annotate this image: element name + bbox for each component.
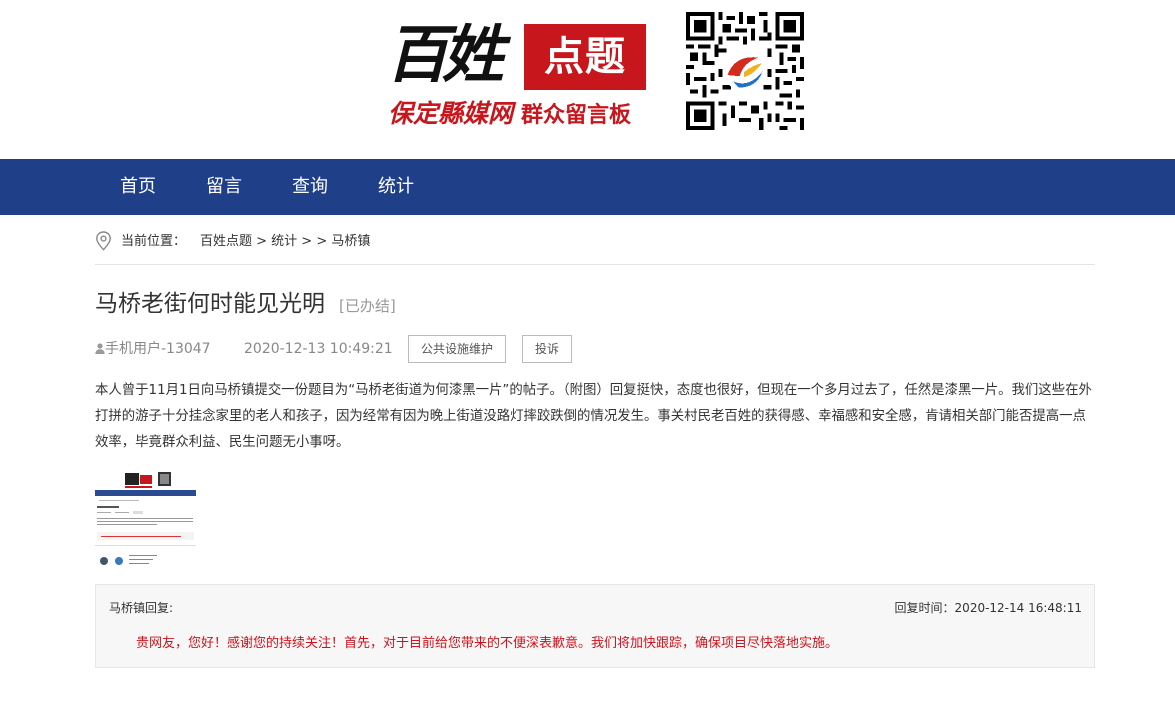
logo-subtitle-site: 保定縣媒网 bbox=[388, 99, 514, 128]
reply-time: 回复时间：2020-12-14 16:48:11 bbox=[894, 601, 1082, 615]
breadcrumb-path[interactable]: 百姓点题 > 统计 > > 马桥镇 bbox=[200, 234, 370, 249]
post-meta: 手机用户-13047 2020-12-13 10:49:21 公共设施维护 投诉 bbox=[95, 335, 1095, 363]
main-nav: 首页 留言 查询 统计 bbox=[0, 159, 1175, 215]
qr-code-icon bbox=[686, 12, 804, 130]
post-title: 马桥老街何时能见光明 bbox=[95, 291, 325, 317]
nav-item-home[interactable]: 首页 bbox=[120, 159, 156, 215]
nav-item-stats[interactable]: 统计 bbox=[378, 159, 414, 215]
category-tag-button[interactable]: 公共设施维护 bbox=[408, 335, 507, 363]
site-header: 百姓 点题 保定縣媒网 群众留言板 bbox=[0, 0, 1175, 159]
attachment-image-icon bbox=[95, 468, 196, 570]
breadcrumb-trail: 当前位置： 百姓点题 > 统计 > > 马桥镇 bbox=[121, 228, 370, 256]
post-time: 2020-12-13 10:49:21 bbox=[244, 341, 393, 357]
logo-badge: 点题 bbox=[524, 24, 646, 90]
complaint-tag-button[interactable]: 投诉 bbox=[522, 335, 573, 363]
logo-subtitle: 保定縣媒网 群众留言板 bbox=[388, 99, 631, 129]
logo-subtitle-board: 群众留言板 bbox=[521, 103, 632, 128]
post-header: 马桥老街何时能见光明 [已办结] bbox=[95, 286, 396, 322]
breadcrumb: 当前位置： 百姓点题 > 统计 > > 马桥镇 bbox=[95, 228, 1095, 265]
post-author-name: 手机用户-13047 bbox=[105, 341, 211, 357]
post-body: 本人曾于11月1日向马桥镇提交一份题目为“马桥老街道为何漆黑一片”的帖子。（附图… bbox=[95, 383, 1092, 450]
status-badge: [已办结] bbox=[339, 297, 396, 315]
post-author: 手机用户-13047 bbox=[95, 335, 211, 363]
nav-item-message[interactable]: 留言 bbox=[206, 159, 242, 215]
breadcrumb-label: 当前位置： bbox=[121, 234, 187, 249]
location-pin-icon bbox=[96, 231, 111, 251]
reply-author: 马桥镇回复: bbox=[109, 601, 174, 615]
official-reply: 马桥镇回复: 回复时间：2020-12-14 16:48:11 贵网友，您好！感… bbox=[95, 584, 1095, 668]
site-logo[interactable]: 百姓 点题 保定縣媒网 群众留言板 bbox=[386, 17, 648, 129]
reply-text: 贵网友，您好！感谢您的持续关注！首先，对于目前给您带来的不便深表歉意。我们将加快… bbox=[136, 636, 839, 651]
user-icon bbox=[95, 343, 105, 354]
attachment-thumbnail[interactable] bbox=[95, 468, 196, 570]
nav-item-search[interactable]: 查询 bbox=[292, 159, 328, 215]
logo-main-text: 百姓 bbox=[386, 18, 504, 91]
